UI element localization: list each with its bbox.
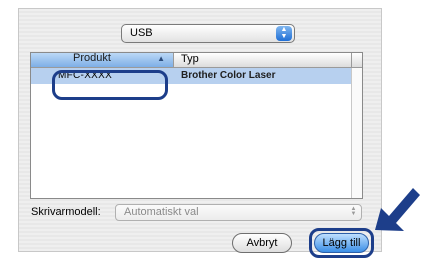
add-button-highlight-ring (309, 228, 374, 258)
model-popup-arrows-icon: ▲ ▼ (350, 206, 357, 217)
printer-list-header: Produkt ▲ Typ (31, 52, 362, 68)
popup-arrows-icon: ▲ ▼ (276, 26, 292, 41)
column-header-type[interactable]: Typ (181, 53, 199, 65)
model-value: Automatiskt val (124, 206, 199, 218)
pointer-arrow-icon (375, 188, 420, 231)
add-printer-dialog: USB ▲ ▼ Produkt ▲ Typ MFC-XXXX Brother Co… (18, 8, 382, 258)
column-header-product-label: Produkt (73, 52, 111, 64)
model-label: Skrivarmodell: (31, 206, 101, 218)
vertical-scrollbar[interactable] (351, 68, 362, 198)
column-header-product[interactable]: Produkt ▲ (31, 52, 174, 67)
connection-type-value: USB (130, 27, 153, 39)
column-header-spacer (351, 53, 362, 67)
selection-highlight-oval (52, 70, 168, 100)
sort-ascending-icon: ▲ (157, 54, 165, 63)
model-popup: Automatiskt val ▲ ▼ (115, 204, 362, 221)
connection-type-popup[interactable]: USB ▲ ▼ (121, 24, 295, 43)
cancel-button[interactable]: Avbryt (232, 233, 292, 253)
printer-type-cell: Brother Color Laser (181, 70, 276, 81)
